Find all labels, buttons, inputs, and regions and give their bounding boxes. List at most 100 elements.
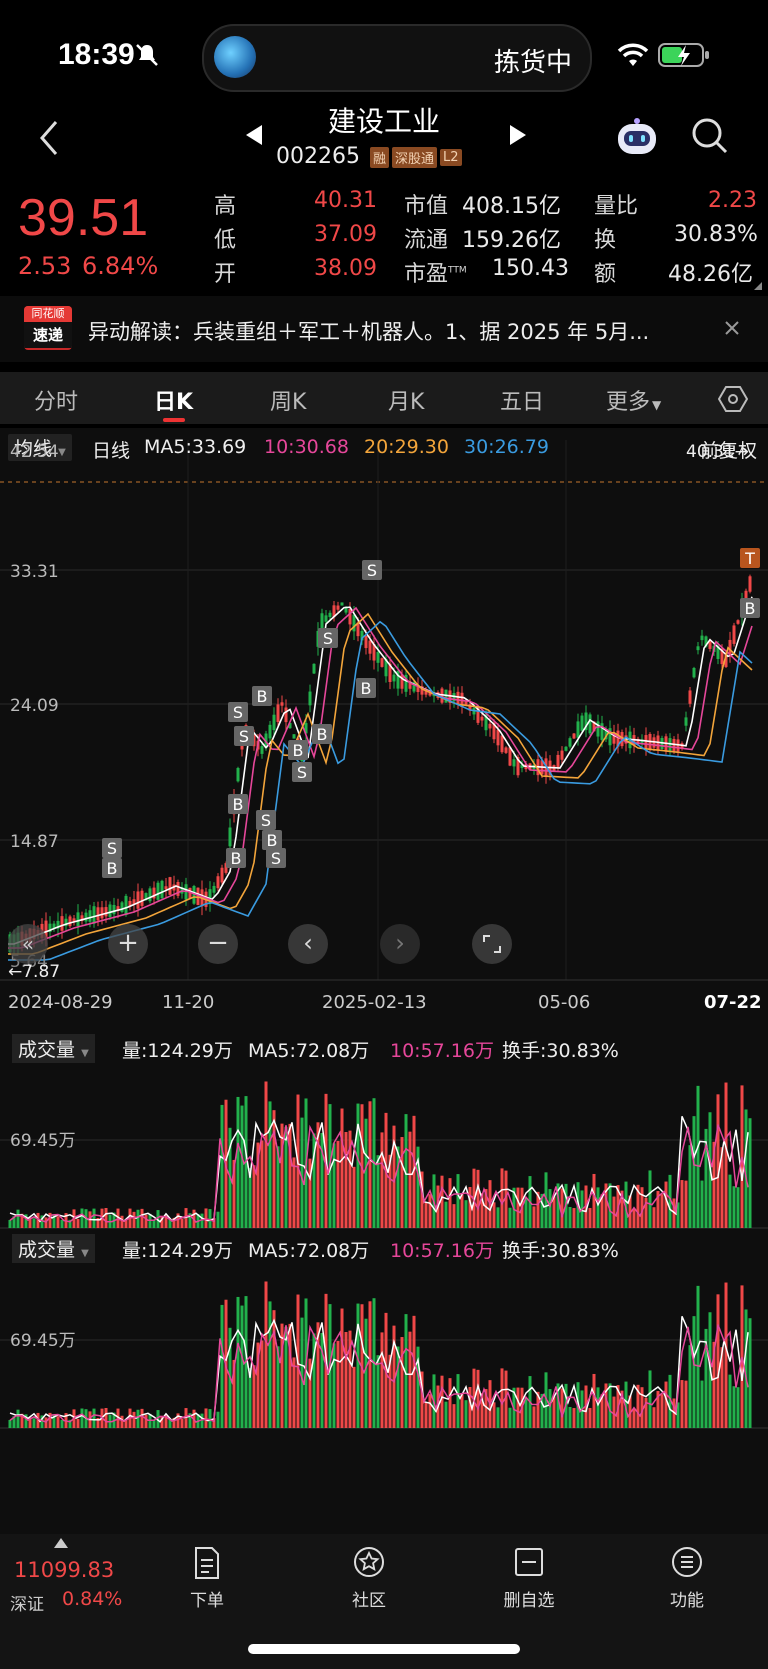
volume-panel-1-bar	[336, 1140, 340, 1228]
tab-more[interactable]: 更多 ▼	[606, 384, 661, 416]
tab-daily-k[interactable]: 日K	[154, 384, 193, 416]
fullscreen-button[interactable]	[472, 924, 512, 964]
robot-assistant-icon[interactable]	[614, 116, 660, 158]
candle-body	[60, 916, 64, 931]
volume-panel-2-bar	[476, 1369, 480, 1428]
fullscreen-icon	[483, 935, 501, 953]
kline-chart-canvas[interactable]: SBSSBBBSBSBSBSSBTB	[0, 428, 768, 1534]
volume-panel-1-bar	[144, 1214, 148, 1228]
volume-panel-1-bar	[724, 1082, 728, 1228]
volume-panel-1-bar	[732, 1186, 736, 1228]
volume-panel-2-bar	[596, 1387, 600, 1428]
candle-body	[560, 750, 564, 760]
volume-panel-1-bar	[344, 1131, 348, 1228]
tab-intraday[interactable]: 分时	[34, 384, 78, 416]
nav-functions[interactable]: 功能	[642, 1546, 732, 1611]
candle-body	[324, 615, 328, 622]
volume-panel-1-bar	[288, 1123, 292, 1228]
index-value[interactable]: 11099.83	[14, 1558, 114, 1582]
zoom-in-button[interactable]: +	[108, 924, 148, 964]
remove-watchlist-icon	[515, 1548, 543, 1576]
ma5-legend: MA5:33.69	[144, 436, 247, 458]
status-bar: 18:39 拣货中	[0, 0, 768, 110]
trade-marker-label: S	[297, 763, 307, 782]
candle-body	[380, 658, 384, 667]
volume-panel-1-bar	[272, 1110, 276, 1228]
volume-panel-2-bar	[332, 1343, 336, 1428]
candle-body	[168, 877, 172, 895]
volume-panel-1-bar	[572, 1208, 576, 1228]
volume-indicator-selector-1[interactable]: 成交量 ▼	[12, 1034, 95, 1063]
settings-hexagon-icon[interactable]	[718, 384, 748, 414]
candle-body	[284, 707, 288, 723]
news-text[interactable]: 异动解读：兵装重组＋军工＋机器人。1、据 2025 年 5月...	[88, 316, 704, 346]
volume-panel-2-bar	[448, 1378, 452, 1428]
home-indicator[interactable]	[248, 1644, 520, 1654]
nav-community[interactable]: 社区	[324, 1546, 414, 1611]
volume-panel-2-bar	[340, 1308, 344, 1428]
nav-remove-watchlist[interactable]: 删自选	[484, 1546, 574, 1611]
dynamic-island[interactable]: 拣货中	[202, 24, 592, 92]
caret-down-icon: ▼	[652, 398, 662, 412]
nav-community-label: 社区	[352, 1591, 386, 1611]
volume-panel-2-bar	[344, 1331, 348, 1428]
tab-weekly-k[interactable]: 周K	[270, 384, 306, 416]
volume-indicator-selector-2[interactable]: 成交量 ▼	[12, 1234, 95, 1263]
volume-panel-1-bar	[700, 1180, 704, 1228]
trade-marker-label: B	[233, 795, 244, 814]
x-tick-1: 2024-08-29	[8, 992, 113, 1013]
volume-panel-1-bar	[80, 1208, 84, 1228]
volume-panel-1-bar	[508, 1207, 512, 1228]
y-tick-3: 24.09	[10, 696, 59, 716]
volume-panel-1-bar	[220, 1104, 224, 1228]
volume-panel-2-bar	[612, 1396, 616, 1428]
volume-panel-1-bar	[60, 1219, 64, 1228]
volume-panel-2-bar	[692, 1316, 696, 1428]
index-name: 深证	[10, 1595, 44, 1615]
volume-panel-1-bar	[136, 1209, 140, 1228]
volume-panel-2-bar	[688, 1345, 692, 1428]
volume-panel-2-bar	[380, 1332, 384, 1428]
mute-bell-icon	[136, 44, 158, 66]
volume-panel-2-bar	[456, 1374, 460, 1428]
volume-y-tick-2: 69.45万	[10, 1331, 76, 1351]
expand-corner-icon[interactable]	[754, 282, 762, 290]
scroll-left-button[interactable]: ‹	[288, 924, 328, 964]
candle-body	[228, 827, 232, 847]
prev-stock-icon[interactable]	[242, 122, 266, 148]
stock-code: 002265	[276, 144, 360, 169]
volume-panel-1-bar	[76, 1218, 80, 1228]
volume-panel-2-bar	[492, 1402, 496, 1428]
candle-body	[160, 880, 164, 899]
candle-body	[292, 734, 296, 739]
candle-body	[96, 907, 100, 921]
volume-panel-1-bar	[632, 1208, 636, 1228]
tab-five-day[interactable]: 五日	[500, 384, 544, 416]
zoom-out-button[interactable]: −	[198, 924, 238, 964]
volume-panel-1-bar	[476, 1169, 480, 1228]
tag-l2: L2	[440, 148, 462, 166]
news-bar[interactable]: 同花顺 速递 异动解读：兵装重组＋军工＋机器人。1、据 2025 年 5月...	[0, 296, 768, 362]
scroll-right-button[interactable]: ›	[380, 924, 420, 964]
candle-body	[120, 902, 124, 912]
volume-panel-2-bar	[700, 1380, 704, 1428]
y-tick-1: 42.54	[10, 442, 59, 462]
volume-panel-2-bar	[120, 1415, 124, 1428]
volume-panel-2-bar	[748, 1318, 752, 1428]
x-tick-2: 11-20	[162, 992, 215, 1013]
search-icon[interactable]	[690, 116, 730, 156]
nav-order[interactable]: 下单	[162, 1546, 252, 1611]
candle-body	[732, 625, 736, 644]
volume-panel-2-bar	[364, 1318, 368, 1428]
trade-marker-label: S	[107, 839, 117, 858]
next-stock-icon[interactable]	[506, 122, 530, 148]
volume-panel-2-bar	[236, 1296, 240, 1428]
close-icon[interactable]	[722, 318, 742, 338]
candle-body	[580, 715, 584, 731]
scroll-to-start-button[interactable]: «	[8, 924, 48, 964]
volume-panel-1-bar	[396, 1146, 400, 1228]
trade-marker-label: B	[107, 859, 118, 878]
functions-menu-icon	[672, 1547, 702, 1577]
tab-monthly-k[interactable]: 月K	[388, 384, 424, 416]
volume-panel-1-bar	[612, 1196, 616, 1228]
